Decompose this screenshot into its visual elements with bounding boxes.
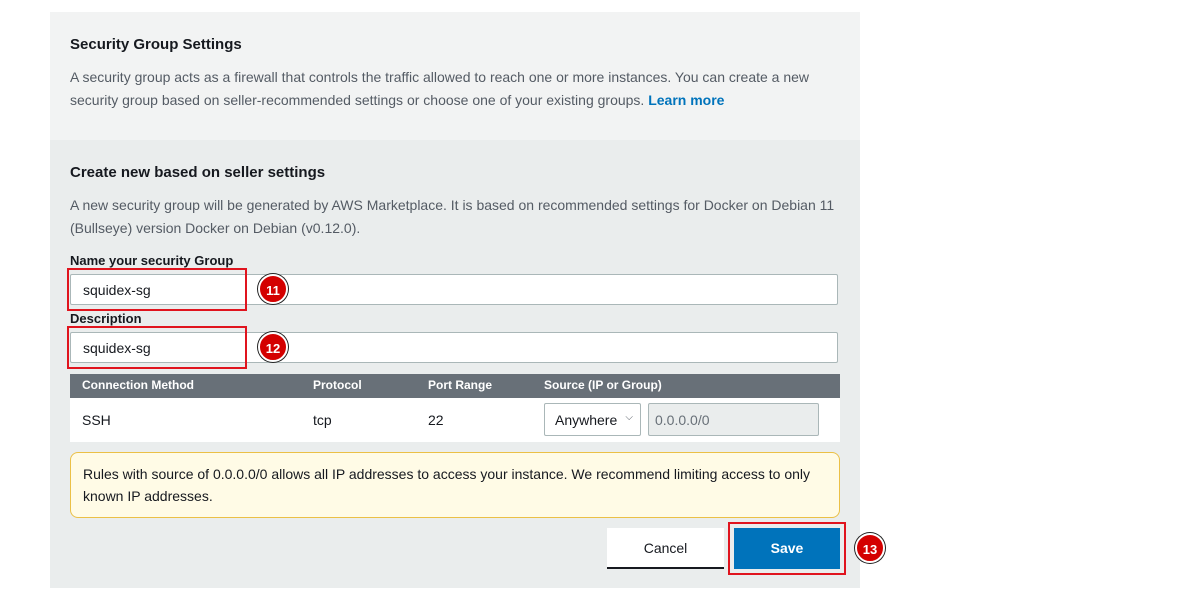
table-row: SSH tcp 22 Anywhere ⌵ 0.0.0.0/0 (70, 398, 840, 443)
step-marker-11: 11 (258, 274, 288, 304)
rules-table-header: Connection Method Protocol Port Range So… (70, 374, 840, 398)
description-field-label: Description (70, 311, 142, 326)
highlight-name-input (67, 268, 247, 311)
step-marker-13: 13 (855, 533, 885, 563)
create-section-description: A new security group will be generated b… (70, 197, 835, 236)
source-select[interactable]: Anywhere ⌵ (544, 403, 641, 436)
source-cidr-input[interactable]: 0.0.0.0/0 (648, 403, 819, 436)
row-port-range: 22 (428, 412, 444, 428)
settings-title: Security Group Settings (70, 36, 242, 53)
row-connection-method: SSH (82, 412, 111, 428)
learn-more-link[interactable]: Learn more (648, 92, 724, 108)
create-section-title: Create new based on seller settings (70, 164, 326, 181)
name-field-label: Name your security Group (70, 253, 234, 268)
column-header-source: Source (IP or Group) (544, 378, 662, 392)
warning-alert: Rules with source of 0.0.0.0/0 allows al… (70, 452, 840, 518)
step-marker-12: 12 (258, 332, 288, 362)
settings-description: A security group acts as a firewall that… (70, 66, 840, 112)
column-header-protocol: Protocol (313, 378, 362, 392)
highlight-description-input (67, 326, 247, 369)
column-header-port-range: Port Range (428, 378, 493, 392)
source-select-value: Anywhere (555, 412, 618, 428)
highlight-save-button (728, 522, 846, 575)
column-header-connection-method: Connection Method (82, 378, 194, 392)
chevron-down-icon: ⌵ (625, 412, 633, 423)
cancel-button[interactable]: Cancel (607, 528, 724, 569)
row-protocol: tcp (313, 412, 332, 428)
